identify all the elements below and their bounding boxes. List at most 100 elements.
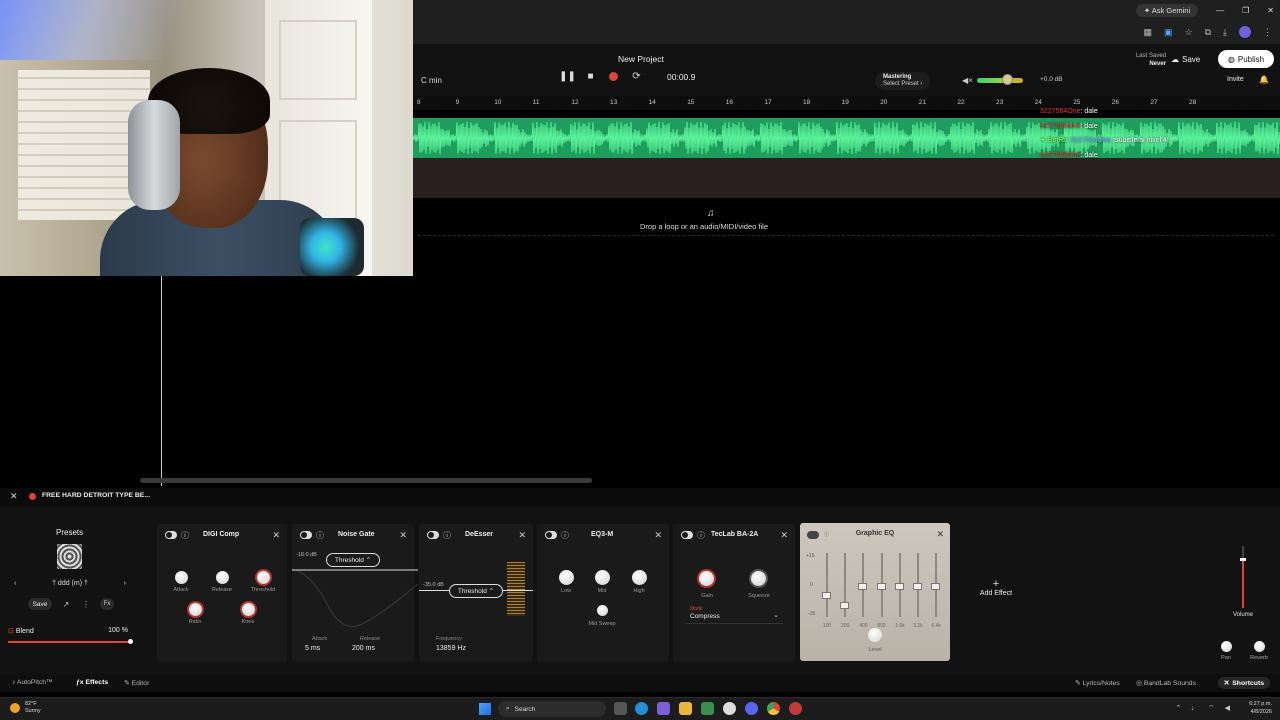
chrome-icon[interactable]	[767, 702, 780, 715]
playhead[interactable]	[161, 276, 162, 486]
eq-fader[interactable]	[858, 583, 868, 590]
blend-control[interactable]: ⊡ Blend 100 %	[8, 627, 133, 644]
master-volume-handle[interactable]	[1002, 74, 1013, 85]
power-toggle[interactable]	[300, 531, 312, 539]
add-effect-button[interactable]: + Add Effect	[965, 578, 1027, 597]
project-title[interactable]: New Project	[618, 54, 664, 64]
eq-fader[interactable]	[876, 583, 886, 590]
fx-toggle-button[interactable]: Fx	[100, 598, 114, 610]
eq-fader[interactable]	[840, 602, 850, 610]
blend-slider[interactable]	[8, 641, 130, 643]
mid-sweep-knob[interactable]	[597, 605, 608, 616]
reverb-knob[interactable]	[1254, 641, 1265, 652]
record-button[interactable]	[607, 70, 620, 83]
tab-effects[interactable]: ƒx Effects	[76, 679, 108, 686]
info-icon[interactable]: ⓘ	[561, 530, 569, 541]
high-knob[interactable]	[632, 570, 647, 585]
ratio-knob[interactable]	[189, 603, 202, 616]
share-icon[interactable]: ↗	[60, 600, 72, 609]
extension-icon[interactable]: ▣	[1164, 27, 1173, 38]
edge-icon[interactable]	[635, 702, 648, 715]
star-icon[interactable]: ☆	[1185, 27, 1193, 38]
release-knob[interactable]	[216, 571, 229, 584]
puzzle-icon[interactable]: ⧉	[1205, 27, 1211, 38]
release-value[interactable]: 200 ms	[352, 645, 375, 652]
threshold-selector[interactable]: Threshold ⌃	[326, 553, 380, 567]
squeeze-knob[interactable]	[751, 571, 766, 586]
more-icon[interactable]: ⋮	[80, 600, 92, 609]
threshold-selector[interactable]: Threshold ⌃	[449, 584, 503, 598]
close-icon[interactable]: ✕	[518, 530, 526, 541]
obs-icon[interactable]	[723, 702, 736, 715]
blend-handle[interactable]	[128, 639, 133, 644]
stop-icon[interactable]: ■	[584, 70, 597, 83]
knee-knob[interactable]	[242, 603, 255, 616]
chevron-right-icon[interactable]: ›	[124, 580, 126, 587]
chevron-left-icon[interactable]: ‹	[14, 580, 16, 587]
windows-start-icon[interactable]	[479, 703, 491, 715]
eq-fader[interactable]	[894, 583, 904, 590]
discord-icon[interactable]	[745, 702, 758, 715]
low-knob[interactable]	[559, 570, 574, 585]
app2-icon[interactable]	[789, 702, 802, 715]
preset-selector[interactable]: ‹ † ddd (m) † ›	[10, 576, 130, 590]
shortcuts-button[interactable]: ✕ Shortcuts	[1217, 677, 1270, 689]
invite-button[interactable]: Invite	[1227, 76, 1244, 83]
restore-icon[interactable]: ❐	[1242, 6, 1249, 15]
mid-knob[interactable]	[595, 570, 610, 585]
mastering-button[interactable]: Mastering Select Preset ›	[875, 72, 931, 90]
volume-handle[interactable]	[1240, 558, 1246, 561]
clock[interactable]: 6:27 p.m. 4/8/2026	[1249, 700, 1272, 716]
save-button[interactable]: ☁ Save	[1171, 52, 1200, 67]
power-toggle[interactable]	[427, 531, 439, 539]
tab-editor[interactable]: ✎ Editor	[124, 679, 149, 687]
loop-icon[interactable]: ⟳	[630, 70, 643, 83]
mode-select[interactable]: Mode Compress ⌄	[685, 606, 783, 624]
folder-icon[interactable]	[679, 702, 692, 715]
pause-icon[interactable]: ❚❚	[559, 70, 576, 83]
profile-avatar[interactable]	[1239, 26, 1251, 38]
minimize-icon[interactable]: —	[1216, 6, 1224, 15]
task-view-icon[interactable]	[614, 702, 627, 715]
close-icon[interactable]: ✕	[399, 530, 407, 541]
key-selector[interactable]: C min	[421, 76, 442, 85]
power-toggle[interactable]	[165, 531, 177, 539]
preset-thumbnail[interactable]	[57, 544, 82, 569]
eq-fader[interactable]	[822, 592, 831, 599]
speaker-icon[interactable]: ◀×	[962, 76, 973, 85]
info-icon[interactable]: ⓘ	[181, 530, 189, 541]
master-volume-slider[interactable]	[977, 78, 1023, 83]
tab-lyrics[interactable]: ✎ Lyrics/Notes	[1075, 679, 1120, 687]
eq-fader[interactable]	[931, 583, 941, 590]
info-icon[interactable]: ⓘ	[697, 530, 705, 541]
close-icon[interactable]: ✕	[654, 530, 662, 541]
pan-knob[interactable]	[1221, 641, 1232, 652]
horizontal-scrollbar[interactable]	[140, 478, 592, 483]
publish-button[interactable]: ◍ Publish	[1218, 50, 1274, 68]
close-icon[interactable]: ✕	[936, 529, 944, 540]
app-icon[interactable]	[657, 702, 670, 715]
power-toggle[interactable]	[545, 531, 557, 539]
empty-track[interactable]	[413, 158, 1280, 198]
fader-track[interactable]	[826, 553, 828, 617]
ask-gemini-button[interactable]: ✦ Ask Gemini	[1135, 3, 1199, 17]
menu-dots-icon[interactable]: ⋮	[1263, 27, 1272, 38]
system-tray[interactable]: ⌃ ♩ ⌔ ◀	[1175, 704, 1234, 713]
power-toggle[interactable]	[681, 531, 693, 539]
level-knob[interactable]	[868, 628, 882, 642]
info-icon[interactable]: ⓘ	[443, 530, 451, 541]
close-icon[interactable]: ✕	[780, 530, 788, 541]
info-icon[interactable]: ⓘ	[316, 530, 324, 541]
close-icon[interactable]: ✕	[272, 530, 280, 541]
gain-knob[interactable]	[699, 571, 714, 586]
eq-fader[interactable]	[913, 583, 922, 590]
drop-zone[interactable]	[418, 202, 1274, 236]
frequency-value[interactable]: 13859 Hz	[436, 645, 466, 652]
close-icon[interactable]: ✕	[10, 491, 18, 502]
preset-save-button[interactable]: Save	[28, 598, 52, 610]
tab-autopitch[interactable]: ♪ AutoPitch™	[12, 679, 53, 686]
tab-bandlab-sounds[interactable]: ◎ BandLab Sounds	[1136, 679, 1196, 687]
threshold-knob[interactable]	[257, 571, 270, 584]
store-icon[interactable]	[701, 702, 714, 715]
attack-value[interactable]: 5 ms	[305, 645, 320, 652]
